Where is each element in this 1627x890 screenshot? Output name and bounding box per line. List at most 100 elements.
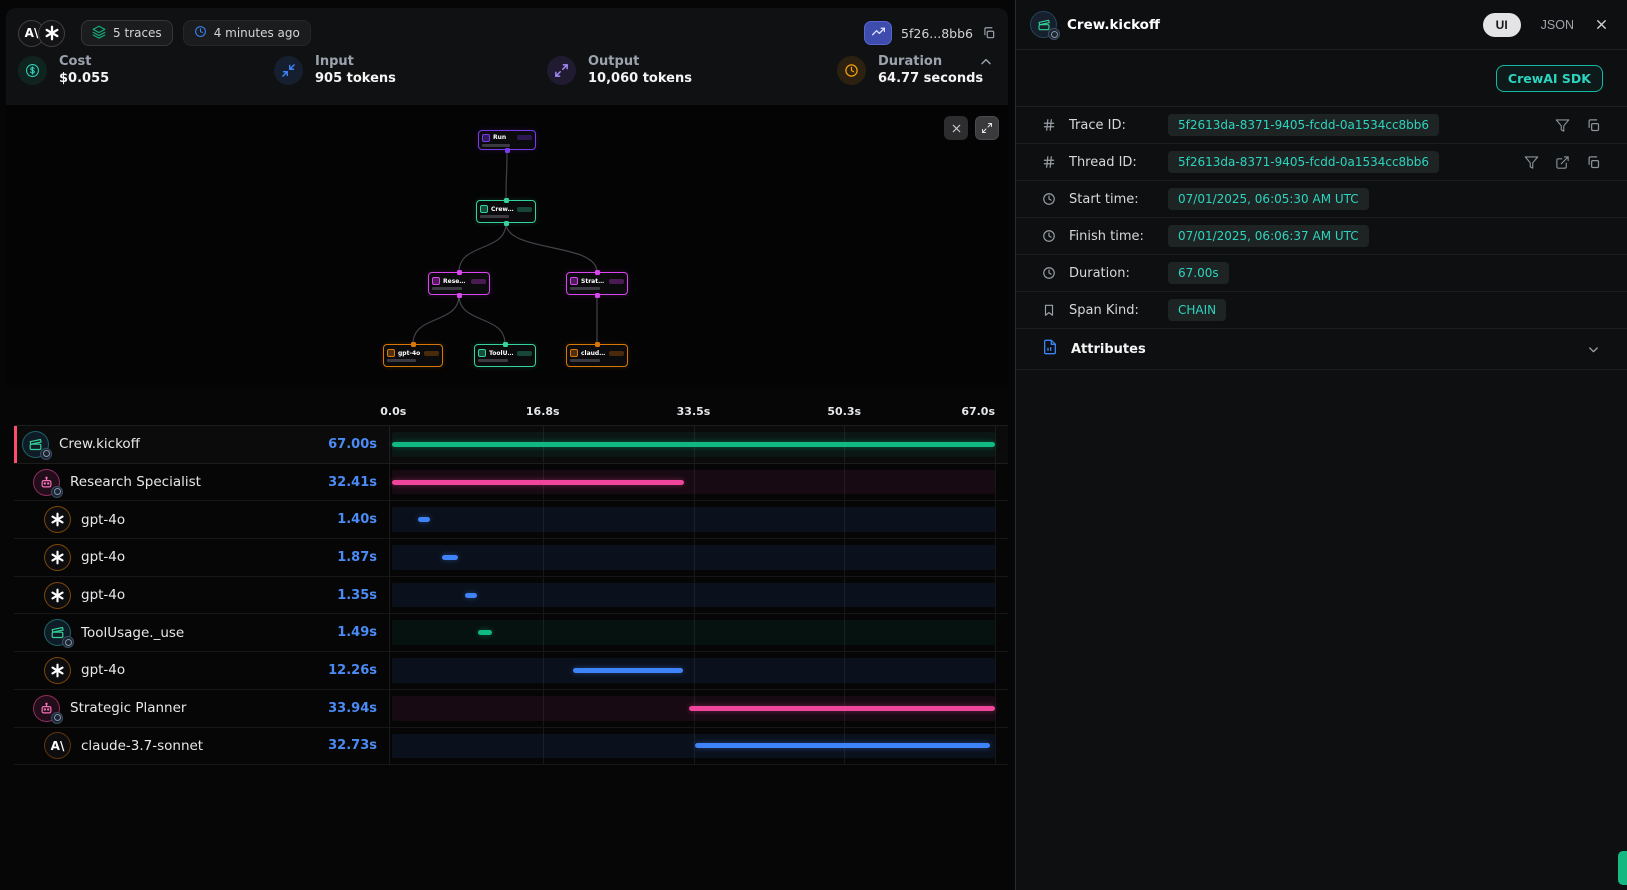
waterfall-row[interactable]: Research Specialist 32.41s bbox=[14, 464, 1008, 502]
detail-value[interactable]: 07/01/2025, 06:06:37 AM UTC bbox=[1168, 225, 1369, 247]
waterfall-row[interactable]: gpt-4o 1.40s bbox=[14, 501, 1008, 539]
open-external-button[interactable] bbox=[1555, 155, 1570, 170]
span-bar[interactable] bbox=[695, 743, 990, 748]
span-duration: 32.73s bbox=[328, 738, 389, 753]
hash-icon bbox=[1042, 155, 1056, 169]
span-bar[interactable] bbox=[573, 668, 683, 673]
span-name: Crew.kickoff bbox=[59, 436, 140, 452]
metrics-chart-button[interactable] bbox=[864, 21, 892, 45]
span-bar[interactable] bbox=[689, 706, 994, 711]
waterfall-row[interactable]: Strategic Planner 33.94s bbox=[14, 690, 1008, 728]
graph-node-subtext bbox=[478, 359, 508, 362]
span-track bbox=[392, 507, 995, 532]
span-bar[interactable] bbox=[442, 555, 459, 560]
openai-icon bbox=[44, 582, 71, 609]
metric-label: Output bbox=[588, 54, 692, 69]
sdk-badge: CrewAI SDK bbox=[1496, 65, 1603, 92]
metric-label: Cost bbox=[59, 54, 109, 69]
graph-node-badge bbox=[609, 279, 624, 284]
metric-input: Input 905 tokens bbox=[274, 54, 547, 86]
dollar-icon bbox=[18, 56, 47, 85]
span-name: Research Specialist bbox=[70, 474, 201, 490]
span-track bbox=[392, 658, 995, 683]
layers-icon bbox=[92, 25, 106, 42]
span-track bbox=[392, 583, 995, 608]
copy-trace-id-button[interactable] bbox=[982, 26, 996, 40]
metric-value: 64.77 seconds bbox=[878, 71, 983, 86]
tab-json[interactable]: JSON bbox=[1541, 18, 1574, 32]
floating-chat-button[interactable] bbox=[1618, 851, 1627, 885]
graph-node-subtext bbox=[482, 144, 510, 147]
trace-age-badge[interactable]: 4 minutes ago bbox=[183, 20, 311, 46]
anthropic-icon: A\ bbox=[44, 732, 71, 759]
graph-node-claude[interactable]: claude-3.7-sonnet bbox=[566, 344, 628, 367]
tab-ui[interactable]: UI bbox=[1483, 13, 1521, 37]
axis-tick: 16.8s bbox=[526, 405, 560, 418]
panel-close-button[interactable] bbox=[1594, 17, 1609, 32]
crew-icon bbox=[44, 619, 71, 646]
openai-icon bbox=[44, 506, 71, 533]
filter-icon-button[interactable] bbox=[1555, 118, 1570, 133]
metrics-row: Cost $0.055 Input 905 tokens Output 10,0… bbox=[6, 48, 1008, 86]
agent-icon bbox=[33, 469, 60, 496]
metric-value: 10,060 tokens bbox=[588, 71, 692, 86]
detail-value[interactable]: CHAIN bbox=[1168, 299, 1226, 321]
collapse-metrics-button[interactable] bbox=[978, 54, 994, 73]
span-track bbox=[392, 545, 995, 570]
crew-span-icon bbox=[1030, 11, 1057, 38]
openai-icon bbox=[44, 544, 71, 571]
graph-node-label: Research Speciali... bbox=[443, 278, 468, 285]
waterfall-row[interactable]: gpt-4o 1.87s bbox=[14, 539, 1008, 577]
graph-node-subtext bbox=[387, 359, 416, 362]
trace-overview: A\ 5 traces 4 minutes ago 5f26...8bb6 bbox=[0, 0, 1015, 890]
span-bar[interactable] bbox=[392, 442, 995, 447]
graph-node-label: ToolUsage._use bbox=[489, 350, 514, 357]
graph-expand-button[interactable] bbox=[975, 116, 999, 140]
waterfall-row[interactable]: Crew.kickoff 67.00s bbox=[14, 426, 1008, 464]
detail-label: Start time: bbox=[1069, 192, 1164, 207]
detail-value[interactable]: 67.00s bbox=[1168, 262, 1229, 284]
graph-node-crew[interactable]: Crew.kickoff bbox=[476, 200, 536, 223]
span-bar[interactable] bbox=[478, 630, 491, 635]
span-bar[interactable] bbox=[465, 593, 477, 598]
agentops-subbadge-icon bbox=[62, 636, 74, 648]
copy-value-button[interactable] bbox=[1586, 118, 1601, 133]
graph-node-rs[interactable]: Research Speciali... bbox=[428, 272, 490, 295]
crew-icon bbox=[22, 431, 49, 458]
copy-value-button[interactable] bbox=[1586, 155, 1601, 170]
detail-value[interactable]: 5f2613da-8371-9405-fcdd-0a1534cc8bb6 bbox=[1168, 151, 1439, 173]
span-name: ToolUsage._use bbox=[81, 625, 184, 641]
detail-label: Span Kind: bbox=[1069, 303, 1164, 318]
agent-icon bbox=[33, 695, 60, 722]
graph-node-tool[interactable]: ToolUsage._use bbox=[474, 344, 536, 367]
graph-node-subtext bbox=[570, 287, 600, 290]
waterfall-row[interactable]: gpt-4o 1.35s bbox=[14, 577, 1008, 615]
waterfall-row[interactable]: gpt-4o 12.26s bbox=[14, 652, 1008, 690]
detail-row: Thread ID: 5f2613da-8371-9405-fcdd-0a153… bbox=[1016, 144, 1627, 181]
axis-tick: 0.0s bbox=[380, 405, 406, 418]
traces-count-badge[interactable]: 5 traces bbox=[81, 20, 173, 46]
attributes-section-toggle[interactable]: Attributes bbox=[1016, 329, 1627, 370]
graph-node-subtext bbox=[570, 359, 600, 362]
filter-icon-button[interactable] bbox=[1524, 155, 1539, 170]
span-bar[interactable] bbox=[392, 480, 684, 485]
span-duration: 1.40s bbox=[337, 512, 389, 527]
span-duration: 33.94s bbox=[328, 701, 389, 716]
detail-row: Finish time: 07/01/2025, 06:06:37 AM UTC bbox=[1016, 218, 1627, 255]
detail-value[interactable]: 5f2613da-8371-9405-fcdd-0a1534cc8bb6 bbox=[1168, 114, 1439, 136]
clock-icon bbox=[194, 25, 207, 41]
span-duration: 1.49s bbox=[337, 625, 389, 640]
trace-age-label: 4 minutes ago bbox=[214, 26, 300, 40]
graph-node-gpt[interactable]: gpt-4o bbox=[383, 344, 443, 367]
waterfall-row[interactable]: A\ claude-3.7-sonnet 32.73s bbox=[14, 728, 1008, 766]
detail-value[interactable]: 07/01/2025, 06:05:30 AM UTC bbox=[1168, 188, 1369, 210]
attributes-label: Attributes bbox=[1071, 342, 1146, 357]
agentops-subbadge-icon bbox=[40, 448, 52, 460]
metric-label: Input bbox=[315, 54, 396, 69]
span-bar[interactable] bbox=[418, 517, 431, 522]
waterfall-row[interactable]: ToolUsage._use 1.49s bbox=[14, 614, 1008, 652]
graph-close-button[interactable] bbox=[944, 116, 968, 140]
clock-icon bbox=[1042, 229, 1056, 243]
graph-node-sp[interactable]: Strategic Planner bbox=[566, 272, 628, 295]
metric-cost: Cost $0.055 bbox=[18, 54, 274, 86]
